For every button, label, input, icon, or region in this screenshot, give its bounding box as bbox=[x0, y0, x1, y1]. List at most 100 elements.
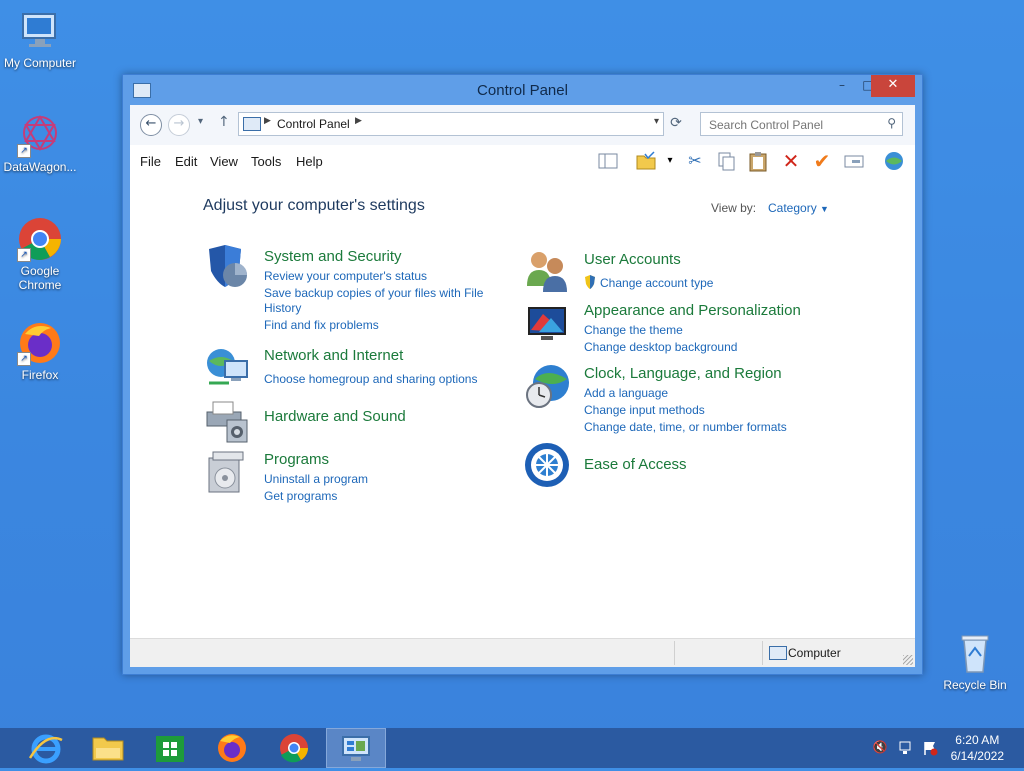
search-input[interactable] bbox=[707, 115, 876, 135]
desktop-icon-label: Google Chrome bbox=[18, 264, 62, 292]
link-add-language[interactable]: Add a language bbox=[584, 386, 668, 401]
link-uninstall-program[interactable]: Uninstall a program bbox=[264, 472, 368, 487]
recent-pages-dropdown-icon[interactable]: ▾ bbox=[198, 116, 203, 127]
datawagon-logo-icon: ↗ bbox=[17, 112, 63, 158]
desktop-icon-label: Firefox bbox=[21, 368, 59, 382]
breadcrumb-chevron-icon[interactable]: ▶ bbox=[264, 116, 271, 126]
clock-globe-icon[interactable] bbox=[523, 361, 571, 409]
link-change-input-methods[interactable]: Change input methods bbox=[584, 403, 705, 418]
shield-icon[interactable] bbox=[203, 243, 251, 291]
folder-icon bbox=[92, 737, 124, 761]
menu-file[interactable]: File bbox=[140, 154, 161, 169]
status-text: Computer bbox=[788, 646, 841, 660]
globe-icon[interactable] bbox=[883, 150, 905, 172]
category-network-internet[interactable]: Network and Internet bbox=[264, 347, 403, 364]
desktop-icon-recycle-bin[interactable]: Recycle Bin bbox=[935, 630, 1015, 692]
control-panel-window: Control Panel – □ ✕ ← → ▾ ↑ ▶ Control Pa… bbox=[122, 74, 923, 675]
desktop-icon-firefox[interactable]: ↗ Firefox bbox=[0, 320, 80, 382]
checkmark-icon[interactable]: ✔ bbox=[811, 150, 833, 172]
view-by-dropdown[interactable]: Category ▼ bbox=[768, 201, 829, 215]
system-clock[interactable]: 6:20 AM 6/14/2022 bbox=[951, 732, 1004, 764]
computer-icon bbox=[769, 646, 787, 660]
search-box[interactable]: ⚲ bbox=[700, 112, 903, 136]
firefox-icon: ↗ bbox=[17, 320, 63, 366]
taskbar-control-panel[interactable] bbox=[326, 728, 386, 768]
category-clock-language-region[interactable]: Clock, Language, and Region bbox=[584, 365, 782, 382]
taskbar-file-explorer[interactable] bbox=[78, 728, 138, 768]
address-field[interactable]: ▶ Control Panel ▶ ▾ bbox=[238, 112, 664, 136]
link-review-status[interactable]: Review your computer's status bbox=[264, 269, 427, 284]
title-bar[interactable]: Control Panel – □ ✕ bbox=[123, 75, 922, 105]
taskbar-firefox[interactable] bbox=[202, 728, 262, 768]
link-change-desktop-background[interactable]: Change desktop background bbox=[584, 340, 737, 355]
close-button[interactable]: ✕ bbox=[871, 75, 915, 97]
firefox-icon bbox=[218, 734, 246, 762]
volume-muted-icon[interactable]: 🔇 bbox=[872, 740, 888, 756]
taskbar-chrome[interactable] bbox=[264, 728, 324, 768]
folder-options-icon[interactable] bbox=[635, 150, 657, 172]
layout-pane-icon[interactable] bbox=[597, 150, 619, 172]
link-find-fix-problems[interactable]: Find and fix problems bbox=[264, 318, 379, 333]
refresh-icon[interactable]: ⟳ bbox=[666, 113, 686, 133]
chrome-icon bbox=[280, 734, 308, 763]
minimize-button[interactable]: – bbox=[829, 75, 855, 97]
category-programs[interactable]: Programs bbox=[264, 451, 329, 468]
uac-shield-icon bbox=[584, 275, 596, 289]
category-system-security[interactable]: System and Security bbox=[264, 248, 402, 265]
breadcrumb-chevron-icon[interactable]: ▶ bbox=[355, 116, 362, 126]
link-get-programs[interactable]: Get programs bbox=[264, 489, 337, 504]
taskbar-store[interactable] bbox=[140, 728, 200, 768]
shortcut-arrow-icon: ↗ bbox=[17, 352, 31, 366]
address-bar-row: ← → ▾ ↑ ▶ Control Panel ▶ ▾ ⟳ ⚲ bbox=[130, 105, 915, 146]
link-save-backup-history[interactable]: History bbox=[264, 301, 301, 316]
users-icon[interactable] bbox=[523, 246, 571, 294]
desktop-icon-label: My Computer bbox=[3, 56, 77, 70]
category-hardware-sound[interactable]: Hardware and Sound bbox=[264, 408, 406, 425]
control-panel-icon bbox=[342, 736, 370, 761]
monitor-icon bbox=[17, 8, 63, 54]
menu-help[interactable]: Help bbox=[296, 154, 323, 169]
view-by-label: View by: bbox=[711, 201, 757, 215]
page-heading: Adjust your computer's settings bbox=[203, 197, 425, 214]
link-change-account-type[interactable]: Change account type bbox=[600, 276, 713, 291]
up-arrow-icon[interactable]: ↑ bbox=[218, 114, 230, 130]
ease-of-access-icon[interactable] bbox=[523, 441, 571, 489]
cut-icon[interactable]: ✂ bbox=[684, 150, 706, 172]
breadcrumb-control-panel[interactable]: Control Panel bbox=[277, 117, 350, 131]
properties-icon[interactable] bbox=[843, 150, 865, 172]
paste-icon[interactable] bbox=[747, 150, 769, 172]
printer-icon[interactable] bbox=[203, 396, 251, 444]
desktop-icon-label: Recycle Bin bbox=[943, 678, 1007, 692]
taskbar-internet-explorer[interactable] bbox=[16, 728, 76, 768]
menu-view[interactable]: View bbox=[210, 154, 238, 169]
search-icon[interactable]: ⚲ bbox=[887, 116, 896, 130]
category-user-accounts[interactable]: User Accounts bbox=[584, 251, 681, 268]
view-by-value: Category bbox=[768, 201, 817, 215]
network-icon[interactable] bbox=[898, 740, 914, 756]
resize-grip-icon[interactable] bbox=[903, 655, 913, 665]
desktop-icon-label: DataWagon... bbox=[3, 160, 77, 174]
category-appearance[interactable]: Appearance and Personalization bbox=[584, 302, 801, 319]
programs-icon[interactable] bbox=[203, 448, 251, 496]
appearance-icon[interactable] bbox=[523, 300, 571, 348]
folder-options-dropdown-icon[interactable]: ▾ bbox=[659, 150, 681, 172]
link-homegroup-sharing[interactable]: Choose homegroup and sharing options bbox=[264, 372, 477, 387]
address-dropdown-icon[interactable]: ▾ bbox=[654, 116, 659, 127]
category-ease-of-access[interactable]: Ease of Access bbox=[584, 456, 687, 473]
desktop-icon-google-chrome[interactable]: ↗ Google Chrome bbox=[0, 216, 80, 292]
delete-icon[interactable]: ✕ bbox=[780, 150, 802, 172]
clock-time: 6:20 AM bbox=[955, 733, 1000, 747]
network-icon[interactable] bbox=[203, 343, 251, 391]
menu-tools[interactable]: Tools bbox=[251, 154, 281, 169]
action-center-flag-icon[interactable] bbox=[922, 740, 938, 756]
forward-button[interactable]: → bbox=[168, 114, 190, 136]
desktop-icon-datawagon[interactable]: ↗ DataWagon... bbox=[0, 112, 80, 174]
link-change-date-time-formats[interactable]: Change date, time, or number formats bbox=[584, 420, 787, 435]
internet-explorer-icon bbox=[28, 734, 63, 764]
back-button[interactable]: ← bbox=[140, 114, 162, 136]
copy-icon[interactable] bbox=[715, 150, 737, 172]
link-change-theme[interactable]: Change the theme bbox=[584, 323, 683, 338]
link-save-backup[interactable]: Save backup copies of your files with Fi… bbox=[264, 286, 483, 301]
desktop-icon-my-computer[interactable]: My Computer bbox=[0, 8, 80, 70]
menu-edit[interactable]: Edit bbox=[175, 154, 197, 169]
